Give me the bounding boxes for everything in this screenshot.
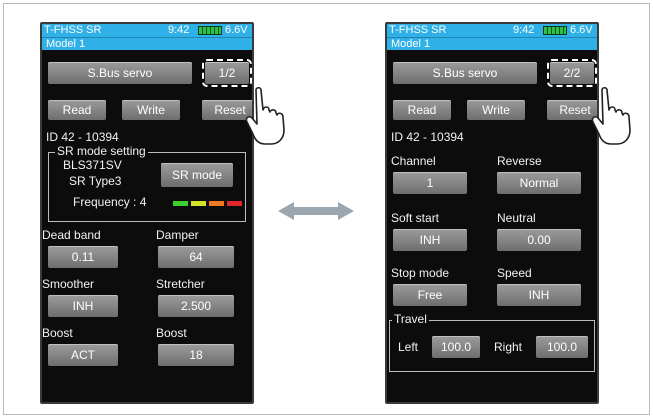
page-button[interactable]: 2/2 [547,59,597,87]
frequency-bar-green [173,201,188,206]
speed-label: Speed [497,266,532,280]
neutral-value[interactable]: 0.00 [497,229,581,251]
boost-level-value[interactable]: 18 [158,344,234,366]
servo-type: SR Type3 [69,174,122,188]
pointing-hand-icon [591,86,631,145]
smoother-value[interactable]: INH [48,295,118,317]
frequency-bar-red [227,201,242,206]
channel-label: Channel [391,154,436,168]
transmitter-screen-page-1: T-FHSS SR 9:42 6.6V Model 1 S.Bus servo … [40,22,254,404]
speed-value[interactable]: INH [497,284,581,306]
sr-mode-button[interactable]: SR mode [161,163,233,187]
double-arrow-icon [278,202,354,220]
servo-id: ID 42 - 10394 [46,130,119,144]
read-button[interactable]: Read [48,100,106,120]
stop-mode-value[interactable]: Free [393,284,467,306]
frequency-indicator [173,201,252,206]
battery-icon [198,26,222,35]
battery-icon [543,26,567,35]
channel-value[interactable]: 1 [393,172,467,194]
stretcher-value[interactable]: 2.500 [158,295,234,317]
battery-voltage: 6.6V [570,24,593,36]
write-button[interactable]: Write [467,100,525,120]
damper-label: Damper [156,228,199,242]
sr-mode-group: SR mode setting BLS371SV SR Type3 SR mod… [48,144,246,222]
stretcher-label: Stretcher [156,277,205,291]
status-bar: T-FHSS SR 9:42 6.6V [387,24,597,37]
battery-voltage: 6.6V [225,24,248,36]
frequency-bar-yellow [191,201,206,206]
travel-legend: Travel [392,312,429,326]
boost-mode-label: Boost [42,326,73,340]
frequency-label: Frequency : 4 [73,195,147,209]
soft-start-value[interactable]: INH [393,229,467,251]
system-label: T-FHSS SR [44,24,102,36]
soft-start-label: Soft start [391,211,440,225]
servo-model: BLS371SV [63,158,122,172]
transmitter-screen-page-2: T-FHSS SR 9:42 6.6V Model 1 S.Bus servo … [385,22,599,404]
travel-group: Travel Left 100.0 Right 100.0 [389,312,595,372]
figure-frame: T-FHSS SR 9:42 6.6V Model 1 S.Bus servo … [3,3,650,415]
stop-mode-label: Stop mode [391,266,450,280]
reverse-label: Reverse [497,154,542,168]
title-button[interactable]: S.Bus servo [393,62,537,84]
clock: 9:42 [168,24,190,36]
frequency-bar-orange [209,201,224,206]
status-bar: T-FHSS SR 9:42 6.6V [42,24,252,37]
damper-value[interactable]: 64 [158,246,234,268]
write-button[interactable]: Write [122,100,180,120]
reverse-value[interactable]: Normal [497,172,581,194]
model-name: Model 1 [42,37,252,50]
pointing-hand-icon [245,86,285,145]
travel-left-label: Left [398,340,419,354]
page-button[interactable]: 1/2 [202,59,252,87]
model-name: Model 1 [387,37,597,50]
dead-band-label: Dead band [42,228,101,242]
travel-left-value[interactable]: 100.0 [432,336,480,358]
system-label: T-FHSS SR [389,24,447,36]
neutral-label: Neutral [497,211,536,225]
servo-id: ID 42 - 10394 [391,130,464,144]
read-button[interactable]: Read [393,100,451,120]
travel-right-value[interactable]: 100.0 [536,336,588,358]
title-button[interactable]: S.Bus servo [48,62,192,84]
sr-mode-legend: SR mode setting [55,144,148,158]
boost-level-label: Boost [156,326,187,340]
clock: 9:42 [513,24,535,36]
smoother-label: Smoother [42,277,95,291]
dead-band-value[interactable]: 0.11 [48,246,118,268]
boost-mode-value[interactable]: ACT [48,344,118,366]
travel-right-label: Right [494,340,523,354]
